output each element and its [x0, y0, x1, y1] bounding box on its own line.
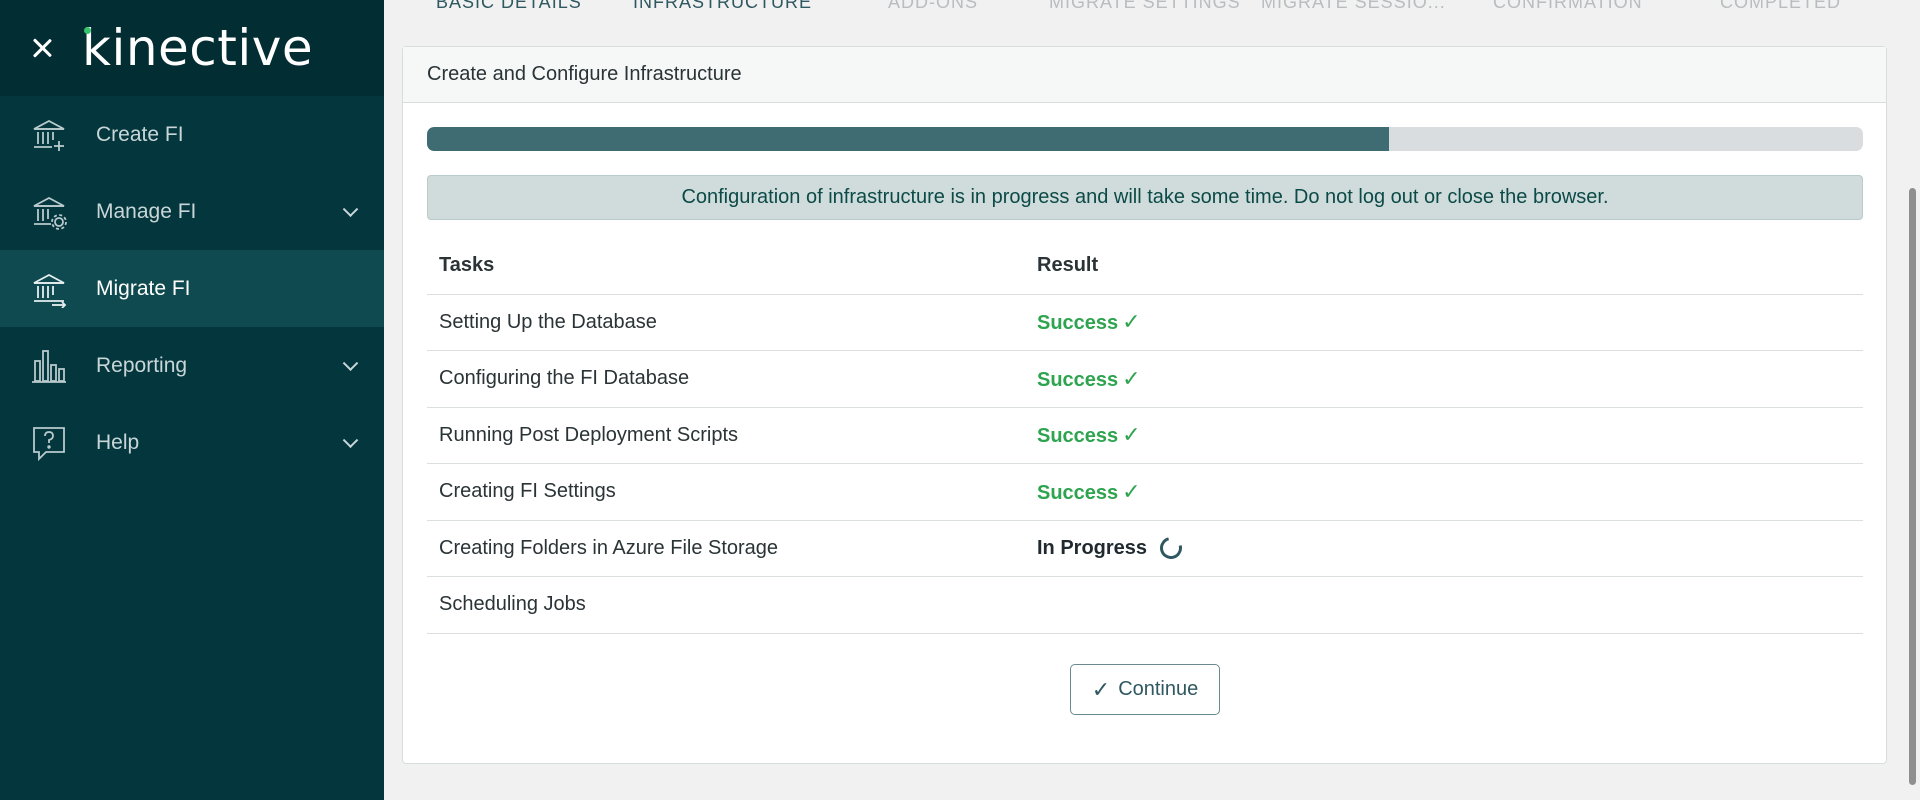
table-row: Running Post Deployment Scripts Success ✓	[427, 407, 1863, 464]
scrollbar-thumb[interactable]	[1909, 188, 1916, 785]
step-migrate-settings: MIGRATE SETTINGS	[1049, 0, 1241, 12]
bank-gear-icon	[30, 193, 68, 231]
task-result: Success ✓	[1025, 350, 1863, 408]
step-confirmation: CONFIRMATION	[1493, 0, 1643, 12]
kinective-logo: kinective	[82, 23, 313, 73]
check-icon: ✓	[1122, 365, 1141, 391]
page-scrollbar[interactable]	[1906, 0, 1920, 800]
task-name: Creating FI Settings	[427, 463, 1025, 521]
status-in-progress: In Progress	[1037, 533, 1187, 564]
table-row: Scheduling Jobs	[427, 576, 1863, 634]
sidebar-item-manage-fi[interactable]: Manage FI	[0, 173, 384, 250]
status-success: Success	[1037, 368, 1119, 391]
task-name: Setting Up the Database	[427, 294, 1025, 351]
table-row: Setting Up the Database Success ✓	[427, 294, 1863, 351]
status-success: Success	[1037, 481, 1119, 504]
step-completed: COMPLETED	[1720, 0, 1842, 12]
sidebar: kinective Create FI Manage FI Migrate FI…	[0, 0, 384, 800]
task-result	[1025, 576, 1863, 634]
chevron-down-icon[interactable]	[342, 200, 359, 217]
table-header-row: Tasks Result	[427, 237, 1863, 295]
task-name: Creating Folders in Azure File Storage	[427, 520, 1025, 577]
task-name: Running Post Deployment Scripts	[427, 407, 1025, 464]
check-icon: ✓	[1122, 309, 1141, 335]
step-add-ons: ADD-ONS	[888, 0, 979, 12]
sidebar-item-label: Migrate FI	[96, 276, 191, 300]
help-bubble-icon	[30, 424, 68, 462]
sidebar-item-reporting[interactable]: Reporting	[0, 327, 384, 404]
sidebar-item-help[interactable]: Help	[0, 404, 384, 481]
close-icon[interactable]	[30, 36, 54, 60]
table-row: Creating Folders in Azure File Storage I…	[427, 520, 1863, 577]
progress-bar	[427, 127, 1863, 151]
sidebar-item-label: Help	[96, 430, 140, 454]
task-name: Configuring the FI Database	[427, 350, 1025, 408]
chevron-down-icon[interactable]	[342, 354, 359, 371]
check-icon: ✓	[1122, 422, 1141, 448]
check-icon: ✓	[1122, 478, 1141, 504]
chevron-down-icon[interactable]	[342, 431, 359, 448]
tasks-table: Tasks Result Setting Up the Database Suc…	[427, 237, 1863, 634]
task-result: Success ✓	[1025, 294, 1863, 351]
continue-button[interactable]: ✓ Continue	[1070, 664, 1220, 715]
sidebar-item-label: Reporting	[96, 353, 188, 377]
step-migrate-sessions: MIGRATE SESSIO...	[1261, 0, 1446, 12]
step-infrastructure[interactable]: INFRASTRUCTURE	[633, 0, 812, 13]
progress-fill	[427, 127, 1390, 151]
bank-plus-icon	[30, 116, 68, 154]
status-success: Success	[1037, 312, 1119, 335]
bank-arrow-icon	[30, 270, 68, 308]
sidebar-item-label: Manage FI	[96, 199, 197, 223]
task-result: Success ✓	[1025, 463, 1863, 521]
sidebar-item-label: Create FI	[96, 122, 184, 146]
table-row: Configuring the FI Database Success ✓	[427, 350, 1863, 408]
sidebar-item-migrate-fi[interactable]: Migrate FI	[0, 250, 384, 327]
check-icon: ✓	[1091, 676, 1111, 702]
continue-label: Continue	[1118, 678, 1199, 700]
table-row: Creating FI Settings Success ✓	[427, 463, 1863, 521]
sidebar-item-create-fi[interactable]: Create FI	[0, 96, 384, 173]
task-result: Success ✓	[1025, 407, 1863, 464]
wizard-stepper: BASIC DETAILS INFRASTRUCTURE ADD-ONS MIG…	[384, 0, 1884, 14]
spinner-icon	[1156, 533, 1187, 564]
logo-dot	[84, 27, 91, 34]
logo-text: kinective	[82, 19, 314, 77]
card-title: Create and Configure Infrastructure	[403, 47, 1886, 103]
status-success: Success	[1037, 425, 1119, 448]
infrastructure-card: Create and Configure Infrastructure Conf…	[402, 46, 1887, 764]
info-alert: Configuration of infrastructure is in pr…	[427, 175, 1863, 220]
step-basic-details[interactable]: BASIC DETAILS	[436, 0, 582, 13]
column-header-tasks: Tasks	[427, 237, 1025, 295]
status-in-progress-label: In Progress	[1037, 536, 1148, 559]
brand-header: kinective	[0, 0, 384, 96]
column-header-result: Result	[1025, 237, 1863, 295]
task-result: In Progress	[1025, 520, 1863, 577]
bar-chart-icon	[30, 347, 68, 385]
task-name: Scheduling Jobs	[427, 576, 1025, 634]
